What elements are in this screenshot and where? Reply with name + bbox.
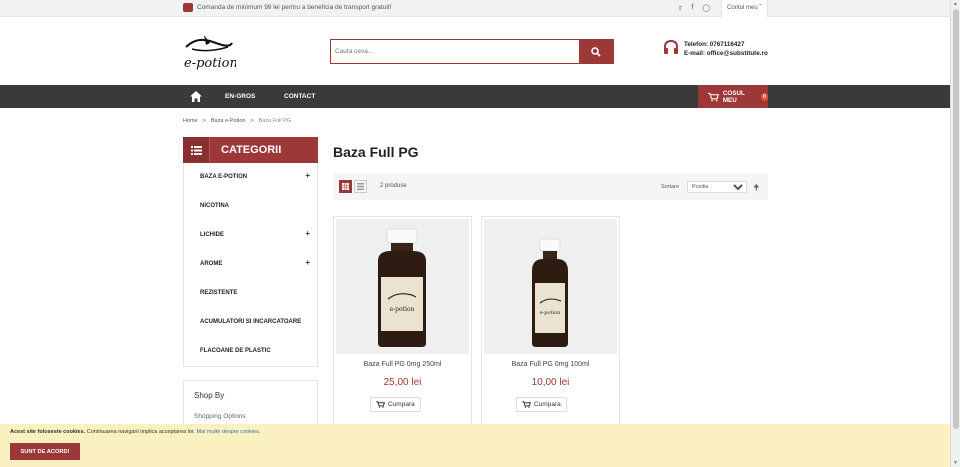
search-button[interactable] [579, 40, 613, 63]
product-price: 10,00 lei [531, 377, 570, 388]
twitter-icon[interactable]: 𝕣 [679, 4, 682, 12]
sidebar-item-nicotina[interactable]: NICOTINA [184, 192, 317, 221]
product-name[interactable]: Baza Full PG 0mg 250ml [334, 361, 471, 368]
cart-icon [522, 401, 531, 408]
search-box [330, 39, 614, 64]
buy-button[interactable]: Cumpara [370, 397, 421, 412]
cookie-text: Acest site foloseste cookies. Continuare… [10, 429, 261, 435]
product-toolbar: 2 produse Sortare Pozitie 🠉 [333, 173, 768, 200]
instagram-icon[interactable]: ◯ [702, 4, 710, 12]
phone-number: Telefon: 0767116427 [684, 41, 745, 48]
product-card[interactable]: e-potion Baza Full PG 0mg 250ml 25,00 le… [333, 216, 472, 430]
buy-button[interactable]: Cumpara [516, 397, 567, 412]
expand-icon[interactable]: + [305, 258, 310, 267]
cookie-notice: Acest site foloseste cookies. Continuare… [0, 424, 950, 467]
cookie-more-link[interactable]: Mai multe despre cookies. [197, 429, 261, 435]
promo-banner: Comanda de minimum 99 lei pentru a benef… [183, 3, 391, 12]
account-label: Contul meu [727, 5, 758, 11]
scroll-down-icon[interactable]: ▼ [953, 460, 958, 466]
expand-icon[interactable]: + [305, 171, 310, 180]
sort-select[interactable]: Pozitie [687, 181, 747, 193]
breadcrumb-home[interactable]: Home [183, 118, 198, 124]
sidebar-item-acumulatori[interactable]: ACUMULATORI SI INCARCATOARE [184, 308, 317, 337]
contact-info: Telefon: 0767116427 E-mail: office@subst… [663, 39, 768, 58]
bottle-label: e-potion [390, 306, 415, 313]
product-count: 2 produse [380, 183, 407, 189]
nav-item-en-gros[interactable]: EN-GROS [225, 93, 255, 100]
breadcrumb-separator: > [250, 118, 254, 124]
site-logo[interactable]: e-potion [182, 31, 238, 73]
shopping-options-label: Shopping Options [194, 413, 246, 420]
cart-count-badge: 0 [760, 92, 768, 101]
categories-title: CATEGORII [221, 144, 282, 156]
cookie-accept-button[interactable]: SUNT DE ACORD! [10, 443, 80, 460]
sort-label: Sortare [661, 184, 680, 190]
buy-button-label: Cumpara [388, 401, 415, 408]
bottle-label: e-potion [540, 310, 561, 316]
product-image[interactable]: e-potion [336, 219, 469, 354]
cart-icon [708, 92, 719, 101]
sidebar-item-flacoane[interactable]: FLACOANE DE PLASTIC [184, 337, 317, 366]
scrollbar[interactable]: ▲ ▼ [950, 0, 960, 467]
account-dropdown[interactable]: Contul meu ˇ [721, 0, 768, 17]
breadcrumb-category[interactable]: Baza e-Potion [211, 118, 246, 124]
sidebar-item-arome[interactable]: AROME + [184, 250, 317, 279]
cart-button[interactable]: COSUL MEU 0 [698, 85, 768, 108]
svg-text:e-potion: e-potion [184, 56, 236, 71]
expand-icon[interactable]: + [305, 229, 310, 238]
page-title: Baza Full PG [333, 144, 419, 160]
sidebar-item-rezistente[interactable]: REZISTENTE [184, 279, 317, 308]
category-list: BAZA E-POTION + NICOTINA LICHIDE + AROME + … [183, 163, 318, 367]
sidebar-item-lichide[interactable]: LICHIDE + [184, 221, 317, 250]
header: e-potion Telefon: 0767116427 E-mail: off… [0, 17, 950, 85]
grid-view-button[interactable] [339, 180, 352, 193]
search-input[interactable] [331, 40, 579, 63]
scrollbar-thumb[interactable] [953, 9, 959, 429]
breadcrumb-current: Baza Full PG [258, 118, 292, 124]
breadcrumb: Home > Baza e-Potion > Baza Full PG [183, 118, 291, 124]
grid-icon [342, 183, 349, 190]
breadcrumb-separator: > [202, 118, 206, 124]
promo-text: Comanda de minimum 99 lei pentru a benef… [197, 4, 392, 11]
list-icon [183, 137, 210, 163]
categories-header: CATEGORII [183, 137, 318, 163]
sidebar-item-baza-e-potion[interactable]: BAZA E-POTION + [184, 163, 317, 192]
headset-icon [664, 39, 678, 54]
product-image[interactable]: e-potion [484, 219, 617, 354]
email-address: E-mail: office@substitute.ro [684, 50, 768, 57]
top-bar: Comanda de minimum 99 lei pentru a benef… [0, 0, 950, 17]
list-icon [357, 183, 364, 190]
facebook-icon[interactable]: f [691, 4, 693, 12]
main-nav: EN-GROS CONTACT COSUL MEU 0 [0, 85, 950, 108]
product-name[interactable]: Baza Full PG 0mg 100ml [482, 361, 619, 368]
chevron-down-icon: ˇ [759, 5, 762, 11]
cart-icon [376, 401, 385, 408]
cart-label: COSUL MEU [722, 89, 745, 104]
social-links: 𝕣 f ◯ [679, 4, 710, 12]
nav-item-contact[interactable]: CONTACT [284, 93, 315, 100]
truck-icon [183, 3, 193, 12]
shop-by-title: Shop By [194, 391, 225, 400]
scroll-up-icon[interactable]: ▲ [953, 1, 958, 7]
product-card[interactable]: e-potion Baza Full PG 0mg 100ml 10,00 le… [481, 216, 620, 430]
search-icon [591, 46, 601, 57]
product-price: 25,00 lei [383, 377, 422, 388]
buy-button-label: Cumpara [534, 401, 561, 408]
home-icon[interactable] [190, 91, 202, 102]
list-view-button[interactable] [354, 180, 367, 193]
sort-direction-icon[interactable]: 🠉 [753, 182, 760, 196]
